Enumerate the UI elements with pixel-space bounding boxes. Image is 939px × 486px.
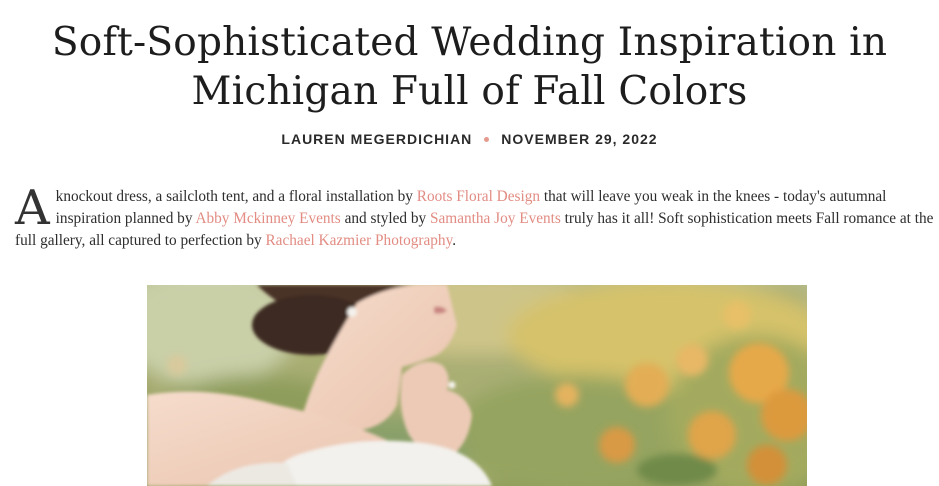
intro-text-1: knockout dress, a sailcloth tent, and a … — [55, 188, 417, 205]
abby-mckinney-events-link[interactable]: Abby Mckinney Events — [195, 210, 340, 227]
roots-floral-design-link[interactable]: Roots Floral Design — [417, 188, 540, 205]
article-title-line-1: Soft-Sophisticated Wedding Inspiration i… — [51, 20, 888, 65]
bride-photo-image — [147, 285, 807, 486]
publish-date: NOVEMBER 29, 2022 — [501, 131, 658, 147]
article-byline: LAUREN MEGERDICHIAN NOVEMBER 29, 2022 — [0, 131, 939, 147]
intro-paragraph: A knockout dress, a sailcloth tent, and … — [15, 180, 935, 252]
author-name[interactable]: LAUREN MEGERDICHIAN — [281, 131, 472, 147]
intro-text-3: and styled by — [340, 210, 430, 227]
intro-text-5: . — [452, 232, 457, 249]
bride-photo — [147, 285, 807, 486]
drop-cap: A — [15, 180, 50, 236]
separator-dot-icon — [484, 136, 490, 142]
rachael-kazmier-photography-link[interactable]: Rachael Kazmier Photography — [265, 232, 452, 249]
article-title: Soft-Sophisticated Wedding Inspiration i… — [0, 18, 939, 116]
article-title-line-2: Michigan Full of Fall Colors — [191, 69, 748, 114]
samantha-joy-events-link[interactable]: Samantha Joy Events — [430, 210, 561, 227]
